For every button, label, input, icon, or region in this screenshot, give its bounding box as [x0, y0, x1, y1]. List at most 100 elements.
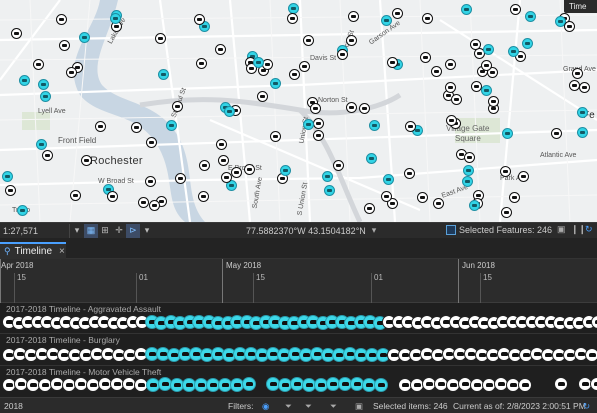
map-incident-symbol[interactable]	[5, 185, 16, 196]
map-incident-symbol[interactable]	[218, 155, 229, 166]
filter-extent-icon[interactable]: ◉	[262, 401, 269, 412]
map-incident-symbol[interactable]	[488, 96, 499, 107]
constraint-icon[interactable]: ⊳	[126, 223, 140, 238]
map-incident-symbol[interactable]	[422, 13, 433, 24]
refresh-icon[interactable]: ↻	[585, 224, 595, 236]
map-incident-symbol[interactable]	[11, 28, 22, 39]
map-incident-symbol[interactable]	[518, 171, 529, 182]
map-incident-symbol[interactable]	[500, 166, 511, 177]
map-incident-symbol[interactable]	[216, 139, 227, 150]
map-incident-symbol[interactable]	[270, 78, 281, 89]
map-incident-symbol[interactable]	[383, 174, 394, 185]
map-incident-symbol[interactable]	[253, 57, 264, 68]
timeline-track-assault[interactable]: 2017-2018 Timeline - Aggravated Assault	[0, 303, 597, 334]
timeline-track-burglary[interactable]: 2017-2018 Timeline - Burglary	[0, 334, 597, 366]
map-incident-symbol[interactable]	[146, 137, 157, 148]
map-incident-symbol[interactable]	[579, 82, 590, 93]
map-incident-symbol[interactable]	[313, 130, 324, 141]
map-incident-symbol[interactable]	[431, 66, 442, 77]
map-incident-symbol[interactable]	[364, 203, 375, 214]
map-incident-symbol[interactable]	[42, 150, 53, 161]
filter-funnel-icon[interactable]: ⏷	[285, 401, 292, 412]
map-incident-symbol[interactable]	[577, 107, 588, 118]
map-incident-symbol[interactable]	[38, 79, 49, 90]
map-incident-symbol[interactable]	[483, 44, 494, 55]
map-incident-symbol[interactable]	[577, 127, 588, 138]
map-incident-symbol[interactable]	[404, 168, 415, 179]
map-incident-symbol[interactable]	[381, 191, 392, 202]
grid-toggle-icon[interactable]: ▦	[84, 223, 98, 238]
map-incident-symbol[interactable]	[464, 152, 475, 163]
map-incident-symbol[interactable]	[463, 165, 474, 176]
timeline-track-vehicle-theft[interactable]: 2017-2018 Timeline - Motor Vehicle Theft	[0, 366, 597, 397]
map-incident-symbol[interactable]	[33, 59, 44, 70]
map-incident-symbol[interactable]	[481, 60, 492, 71]
map-incident-symbol[interactable]	[470, 39, 481, 50]
coord-format-dropdown-icon[interactable]: ▾	[372, 225, 377, 236]
map-incident-symbol[interactable]	[299, 61, 310, 72]
filter-time-icon[interactable]: ⏷	[305, 401, 312, 412]
map-incident-symbol[interactable]	[313, 118, 324, 129]
map-incident-symbol[interactable]	[564, 21, 575, 32]
map-incident-symbol[interactable]	[322, 171, 333, 182]
map-incident-symbol[interactable]	[287, 13, 298, 24]
timeline-ruler[interactable]: Apr 2018 May 2018 Jun 2018 15 01 15 01 1…	[0, 259, 597, 303]
map-view[interactable]: Rochester Village Gate Square Front Fiel…	[0, 0, 597, 222]
map-incident-symbol[interactable]	[107, 191, 118, 202]
map-incident-symbol[interactable]	[420, 52, 431, 63]
map-incident-symbol[interactable]	[158, 69, 169, 80]
map-incident-symbol[interactable]	[303, 119, 314, 130]
filter-query-icon[interactable]: ⏷	[330, 401, 337, 412]
tab-timeline[interactable]: ⚲ Timeline ×	[0, 242, 66, 259]
snapping-icon[interactable]: ✛	[112, 224, 126, 238]
map-incident-symbol[interactable]	[445, 59, 456, 70]
incident-event-symbol[interactable]	[374, 378, 388, 392]
map-incident-symbol[interactable]	[172, 101, 183, 112]
map-incident-symbol[interactable]	[333, 160, 344, 171]
map-incident-symbol[interactable]	[446, 115, 457, 126]
incident-event-symbol[interactable]	[554, 377, 568, 391]
map-incident-symbol[interactable]	[508, 46, 519, 57]
map-incident-symbol[interactable]	[2, 171, 13, 182]
map-incident-symbol[interactable]	[175, 173, 186, 184]
map-incident-symbol[interactable]	[551, 128, 562, 139]
map-incident-symbol[interactable]	[509, 192, 520, 203]
map-incident-symbol[interactable]	[510, 4, 521, 15]
map-incident-symbol[interactable]	[166, 120, 177, 131]
map-incident-symbol[interactable]	[501, 207, 512, 218]
map-incident-symbol[interactable]	[224, 106, 235, 117]
map-incident-symbol[interactable]	[244, 164, 255, 175]
map-incident-symbol[interactable]	[522, 38, 533, 49]
map-incident-symbol[interactable]	[95, 121, 106, 132]
layout-icon[interactable]: ⊞	[98, 224, 112, 238]
map-incident-symbol[interactable]	[66, 67, 77, 78]
map-incident-symbol[interactable]	[40, 91, 51, 102]
map-incident-symbol[interactable]	[149, 200, 160, 211]
map-incident-symbol[interactable]	[417, 192, 428, 203]
time-button[interactable]: Time	[564, 0, 597, 13]
map-incident-symbol[interactable]	[289, 69, 300, 80]
table-icon[interactable]: ▣	[557, 224, 567, 236]
map-incident-symbol[interactable]	[462, 176, 473, 187]
scale-selector[interactable]: 1:27,571	[0, 223, 70, 238]
map-incident-symbol[interactable]	[257, 91, 268, 102]
map-incident-symbol[interactable]	[280, 165, 291, 176]
map-incident-symbol[interactable]	[138, 197, 149, 208]
map-incident-symbol[interactable]	[70, 190, 81, 201]
map-incident-symbol[interactable]	[471, 81, 482, 92]
map-incident-symbol[interactable]	[572, 68, 583, 79]
map-incident-symbol[interactable]	[19, 75, 30, 86]
map-incident-symbol[interactable]	[81, 155, 92, 166]
map-incident-symbol[interactable]	[366, 153, 377, 164]
map-incident-symbol[interactable]	[196, 58, 207, 69]
map-incident-symbol[interactable]	[198, 191, 209, 202]
map-incident-symbol[interactable]	[369, 120, 380, 131]
map-incident-symbol[interactable]	[199, 160, 210, 171]
map-incident-symbol[interactable]	[359, 103, 370, 114]
map-incident-symbol[interactable]	[270, 131, 281, 142]
map-incident-symbol[interactable]	[36, 139, 47, 150]
nav-dropdown-icon[interactable]: ▾	[140, 224, 154, 238]
map-incident-symbol[interactable]	[324, 185, 335, 196]
map-incident-symbol[interactable]	[155, 33, 166, 44]
map-incident-symbol[interactable]	[433, 198, 444, 209]
